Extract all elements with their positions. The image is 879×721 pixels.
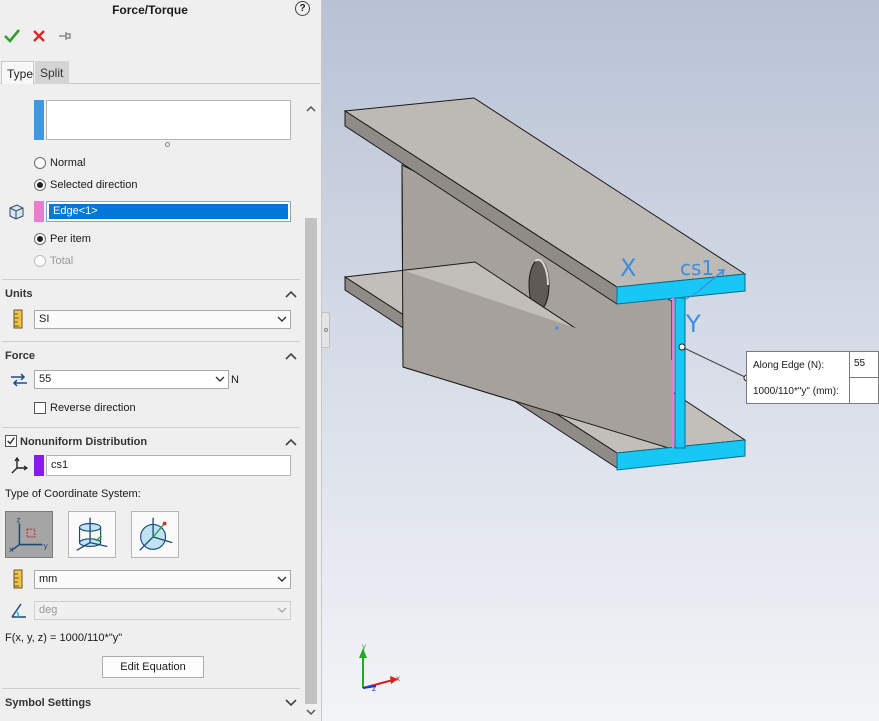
chevron-down-icon: [277, 576, 287, 582]
resize-grip-icon[interactable]: [165, 142, 170, 147]
coordinate-system-field[interactable]: cs1: [46, 455, 291, 476]
section-divider: [2, 427, 300, 428]
expand-chevron-down-icon[interactable]: [285, 698, 297, 708]
x-axis-label: X: [620, 254, 637, 282]
force-unit-label: N: [231, 374, 239, 386]
tab-type[interactable]: Type: [1, 61, 34, 84]
force-arrows-icon: [11, 373, 27, 387]
radio-selected-direction[interactable]: [34, 179, 46, 191]
units-system-value: SI: [39, 313, 50, 325]
help-button[interactable]: ?: [295, 1, 310, 16]
svg-text:z: z: [17, 516, 21, 525]
collapse-chevron-up-icon[interactable]: [285, 289, 297, 299]
reverse-direction-checkbox[interactable]: [34, 402, 46, 414]
chevron-down-icon: [215, 376, 225, 382]
checkmark-icon: [7, 437, 15, 445]
cylindrical-axes-icon: [76, 517, 108, 551]
cylindrical-cs-button[interactable]: [68, 511, 116, 558]
force-section-header[interactable]: Force: [5, 350, 35, 362]
radio-total-label: Total: [50, 255, 74, 267]
length-unit-value: mm: [39, 573, 58, 585]
callout-row1-value[interactable]: 55: [849, 352, 879, 378]
cartesian-axes-icon: z y x: [9, 516, 48, 555]
view-orientation-triad: [359, 648, 398, 689]
face-edge-plane-icon: [9, 204, 24, 220]
callout-row2-label: 1000/110*"y" (mm):: [753, 386, 839, 397]
cancel-x-icon[interactable]: [30, 27, 48, 45]
cs-type-label: Type of Coordinate System:: [5, 488, 141, 500]
radio-per-item[interactable]: [34, 233, 46, 245]
scroll-up-arrow-icon[interactable]: [305, 102, 317, 116]
scrollbar-thumb[interactable]: [305, 218, 317, 704]
angle-unit-icon: [11, 603, 26, 618]
entity-selection-list[interactable]: [46, 100, 291, 140]
force-value: 55: [39, 373, 52, 385]
section-divider: [2, 688, 300, 689]
selection-color-swatch: [34, 100, 44, 140]
section-divider: [2, 341, 300, 342]
panel-title: Force/Torque: [112, 3, 188, 17]
triad-z-label: z: [372, 684, 376, 693]
callout-leader: [681, 346, 748, 379]
property-manager-panel: Force/Torque ? Type Split Normal Selecte…: [0, 0, 322, 721]
ruler-units-icon: [13, 309, 23, 329]
length-unit-select[interactable]: mm: [34, 570, 291, 589]
spherical-cs-button[interactable]: [131, 511, 179, 558]
web-end-selected: [674, 297, 686, 449]
tab-bar: Type Split: [0, 60, 320, 84]
radio-per-item-label: Per item: [50, 233, 91, 245]
force-value-callout[interactable]: Along Edge (N): 55 1000/110*"y" (mm):: [746, 351, 879, 404]
cs-color-swatch: [34, 455, 44, 476]
coordinate-system-value: cs1: [51, 459, 69, 471]
edit-equation-button[interactable]: Edit Equation: [102, 656, 204, 678]
ruler-length-icon: [13, 569, 23, 589]
radio-total[interactable]: [34, 255, 46, 267]
coordinate-system-icon: [11, 456, 29, 474]
collapse-chevron-up-icon[interactable]: [285, 437, 297, 447]
cs-label: cs1: [680, 256, 715, 280]
units-system-select[interactable]: SI: [34, 310, 291, 329]
force-value-combo[interactable]: 55: [34, 370, 229, 389]
direction-color-swatch: [34, 201, 44, 222]
pushpin-icon[interactable]: [56, 27, 74, 45]
collapse-chevron-up-icon[interactable]: [285, 351, 297, 361]
function-expression: F(x, y, z) = 1000/110*"y": [5, 632, 123, 644]
chevron-down-icon: [277, 607, 287, 613]
direction-reference-value: Edge<1>: [49, 204, 288, 219]
svg-text:y: y: [43, 541, 48, 550]
svg-text:x: x: [9, 545, 14, 554]
direction-reference-field[interactable]: Edge<1>: [46, 201, 291, 222]
ok-check-icon[interactable]: [3, 27, 21, 45]
angle-unit-select[interactable]: deg: [34, 601, 291, 620]
angle-unit-value: deg: [39, 604, 58, 616]
tab-split[interactable]: Split: [35, 61, 69, 84]
scroll-down-arrow-icon[interactable]: [305, 705, 317, 719]
nonuniform-section-header[interactable]: Nonuniform Distribution: [20, 436, 147, 448]
callout-row1-label: Along Edge (N):: [753, 360, 825, 371]
radio-selected-direction-label: Selected direction: [50, 179, 138, 191]
spherical-axes-icon: [139, 517, 173, 551]
reverse-direction-label: Reverse direction: [50, 402, 136, 414]
symbol-settings-header[interactable]: Symbol Settings: [5, 697, 91, 709]
triad-x-label: x: [396, 674, 400, 683]
radio-normal-label: Normal: [50, 157, 86, 169]
triad-y-label: y: [362, 642, 366, 651]
y-axis-label: Y: [686, 310, 701, 338]
callout-row2-value[interactable]: [849, 378, 879, 404]
units-section-header[interactable]: Units: [5, 288, 33, 300]
section-divider: [2, 279, 300, 280]
cartesian-cs-button[interactable]: z y x: [5, 511, 53, 558]
chevron-down-icon: [277, 316, 287, 322]
radio-normal[interactable]: [34, 157, 46, 169]
nonuniform-distribution-checkbox[interactable]: [5, 435, 17, 447]
